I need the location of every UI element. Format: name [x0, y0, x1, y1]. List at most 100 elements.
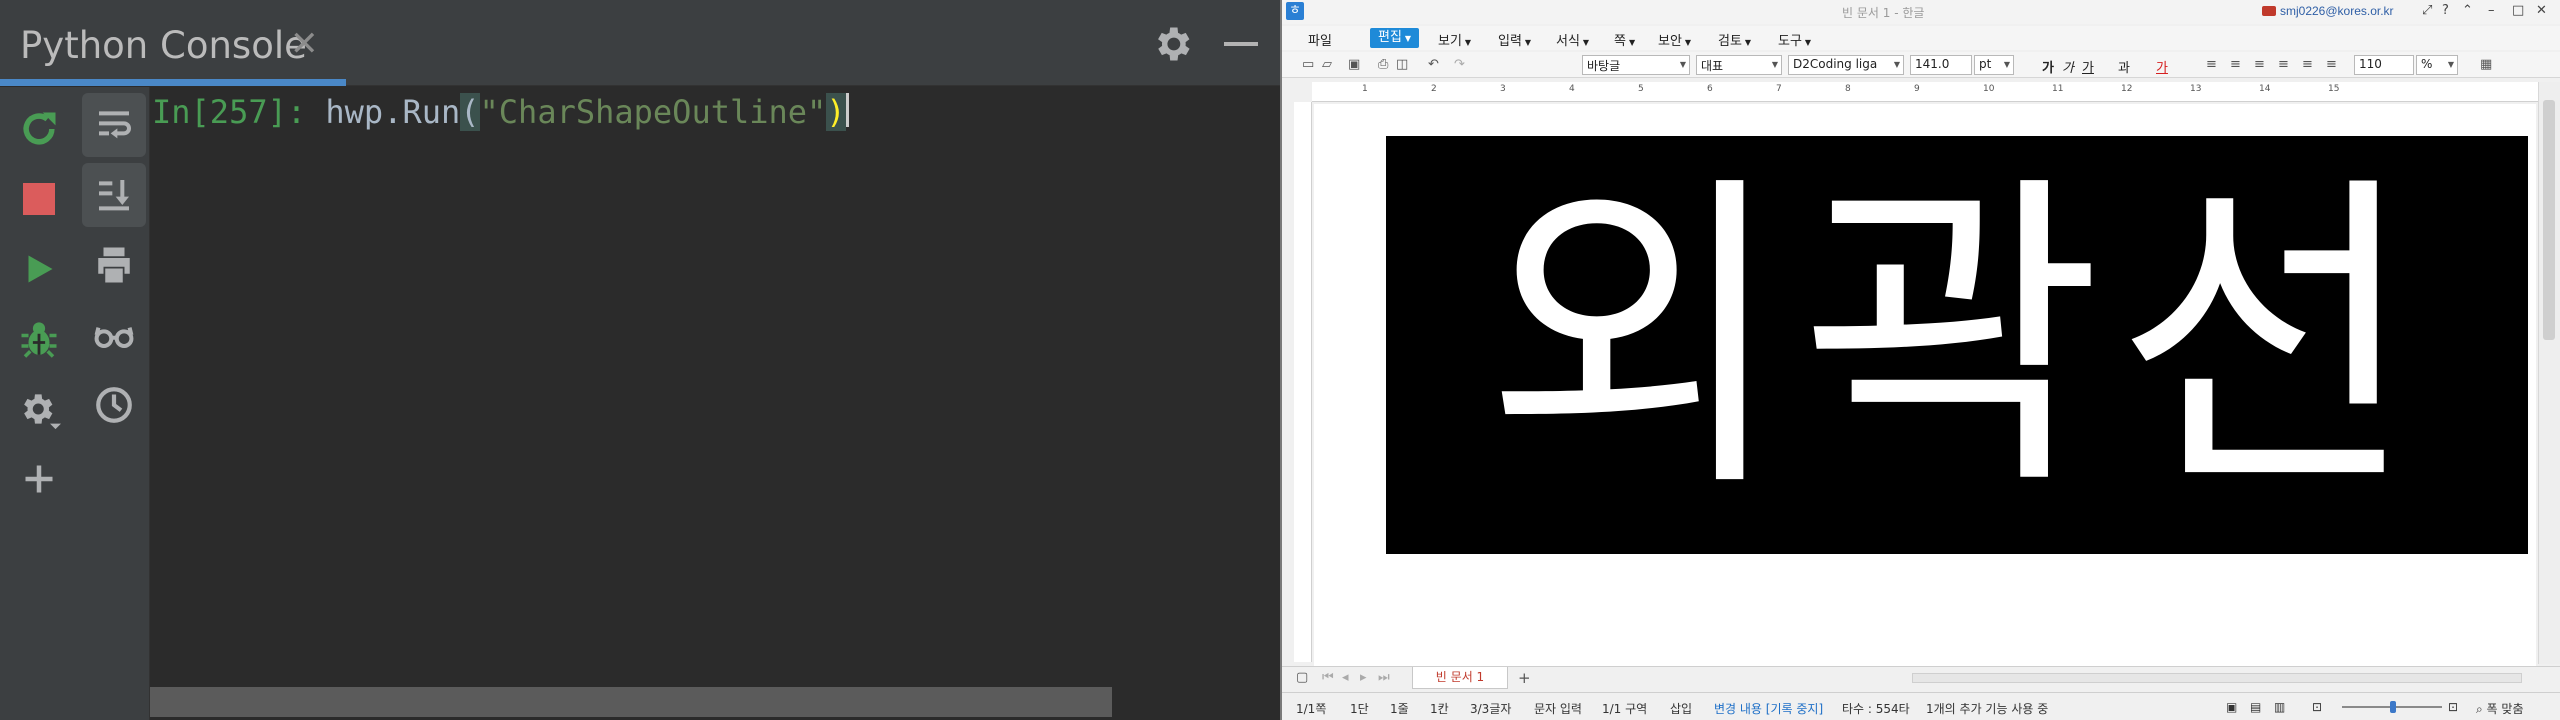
help-icon[interactable]: ?: [2442, 3, 2449, 18]
status-addons[interactable]: 1개의 추가 기능 사용 중: [1926, 700, 2048, 717]
open-paren: (: [460, 93, 480, 131]
save-icon[interactable]: ▣: [1348, 57, 1360, 72]
debug-icon[interactable]: [7, 307, 71, 371]
zoom-slider-handle[interactable]: [2390, 701, 2396, 713]
scrollbar-thumb[interactable]: [2543, 100, 2555, 340]
align-divide-icon[interactable]: ≡: [2326, 57, 2337, 72]
menu-format[interactable]: 서식 ▼: [1556, 30, 1589, 49]
chevron-down-icon: ▼: [1684, 38, 1692, 47]
horizontal-ruler[interactable]: 1 2 3 4 5 6 7 8 9 10 11 12 13 14 15: [1312, 82, 2560, 102]
tab-nav-next-icon[interactable]: ▸: [1360, 670, 1367, 685]
zoom-out-icon[interactable]: ⊡: [2312, 700, 2322, 714]
bold-icon[interactable]: 가: [2042, 57, 2054, 76]
window-minimize-icon[interactable]: –: [2488, 3, 2495, 18]
print-icon[interactable]: [82, 233, 146, 297]
new-document-icon[interactable]: ▭: [1302, 57, 1314, 72]
zoom-in-icon[interactable]: ⊡: [2448, 700, 2458, 714]
status-chars: 3/3글자: [1470, 702, 1512, 716]
rerun-icon[interactable]: [7, 97, 71, 161]
view-normal-icon[interactable]: ▣: [2226, 700, 2237, 714]
status-track-changes[interactable]: 변경 내용 [기록 중지]: [1714, 700, 1823, 717]
console-editor[interactable]: In[257]: hwp.Run("CharShapeOutline"): [150, 87, 1280, 720]
history-icon[interactable]: [82, 373, 146, 437]
console-header: Python Console ✕: [0, 0, 1280, 86]
style-select[interactable]: 바탕글 ▼: [1582, 55, 1690, 75]
document-tab-label: 빈 문서 1: [1435, 670, 1485, 684]
console-input-line[interactable]: In[257]: hwp.Run("CharShapeOutline"): [152, 93, 849, 131]
menu-view[interactable]: 보기 ▼: [1438, 30, 1471, 49]
close-icon[interactable]: ✕: [290, 24, 319, 64]
tab-nav-first-icon[interactable]: ⏮: [1322, 670, 1334, 685]
print-icon[interactable]: ⎙: [1378, 57, 1388, 72]
align-justify-icon[interactable]: ≡: [2206, 57, 2217, 72]
menu-review[interactable]: 검토 ▼: [1718, 30, 1751, 49]
document-page[interactable]: 외곽선: [1314, 104, 2536, 666]
run-icon[interactable]: [7, 237, 71, 301]
settings-icon[interactable]: [7, 377, 71, 441]
tab-nav-prev-icon[interactable]: ◂: [1342, 670, 1349, 685]
console-tab[interactable]: Python Console ✕: [0, 0, 346, 86]
soft-wrap-icon[interactable]: [82, 93, 146, 157]
restore-size-icon[interactable]: ⤢: [2422, 3, 2432, 18]
add-tab-icon[interactable]: +: [1518, 669, 1531, 687]
language-select[interactable]: 대표 ▼: [1696, 55, 1782, 75]
redo-icon[interactable]: ↷: [1454, 57, 1465, 72]
font-size-input[interactable]: 141.0: [1910, 55, 1972, 75]
menu-insert[interactable]: 입력 ▼: [1498, 30, 1531, 49]
horizontal-scrollbar[interactable]: [150, 687, 1112, 717]
undo-icon[interactable]: ↶: [1428, 57, 1439, 72]
window-close-icon[interactable]: ✕: [2536, 3, 2547, 18]
outlined-text-block[interactable]: 외곽선: [1386, 136, 2528, 554]
gear-icon[interactable]: [1150, 22, 1194, 66]
document-tab[interactable]: 빈 문서 1: [1412, 667, 1508, 689]
stop-icon[interactable]: [7, 167, 71, 231]
font-unit-select[interactable]: pt ▼: [1974, 55, 2014, 75]
underline-icon[interactable]: 가: [2082, 57, 2094, 76]
tab-nav-last-icon[interactable]: ⏭: [1378, 670, 1390, 685]
vertical-scrollbar[interactable]: [2538, 82, 2560, 664]
add-icon[interactable]: [7, 447, 71, 511]
show-variables-icon[interactable]: [82, 303, 146, 367]
window-maximize-icon[interactable]: □: [2512, 3, 2524, 18]
view-options-icon[interactable]: ▦: [2480, 57, 2492, 72]
menu-page[interactable]: 쪽 ▼: [1614, 30, 1635, 49]
minimize-icon[interactable]: [1224, 42, 1258, 46]
hangul-app-icon[interactable]: ㅎ: [1286, 2, 1304, 20]
scroll-to-end-icon[interactable]: [82, 163, 146, 227]
strikethrough-icon[interactable]: 과: [2118, 57, 2130, 76]
menu-security[interactable]: 보안 ▼: [1658, 30, 1691, 49]
zoom-unit-select[interactable]: % ▼: [2416, 55, 2458, 75]
status-insert[interactable]: 삽입: [1670, 700, 1692, 717]
menu-label: 편집: [1378, 30, 1402, 45]
ruler-number: 6: [1707, 84, 1713, 94]
view-fullscreen-icon[interactable]: ▥: [2274, 700, 2285, 714]
user-account[interactable]: smj0226@kores.or.kr: [2280, 4, 2394, 18]
align-center-icon[interactable]: ≡: [2254, 57, 2265, 72]
text-caret: [845, 93, 849, 127]
active-tab-indicator: [0, 79, 346, 86]
ribbon-toggle-icon[interactable]: ⌃: [2462, 3, 2473, 18]
italic-icon[interactable]: 가: [2062, 57, 2074, 76]
tab-list-icon[interactable]: ▢: [1296, 670, 1308, 685]
font-select[interactable]: D2Coding liga ▼: [1788, 55, 1904, 75]
status-mode[interactable]: 문자 입력: [1534, 700, 1582, 717]
menu-edit[interactable]: 편집 ▼: [1370, 28, 1420, 48]
document-text[interactable]: 외곽선: [1484, 174, 2431, 504]
vertical-ruler[interactable]: [1294, 102, 1312, 662]
view-page-icon[interactable]: ▤: [2250, 700, 2261, 714]
align-right-icon[interactable]: ≡: [2278, 57, 2289, 72]
zoom-input[interactable]: 110: [2354, 55, 2414, 75]
align-distribute-icon[interactable]: ≡: [2302, 57, 2313, 72]
status-page[interactable]: 1/1쪽: [1296, 700, 1326, 717]
preview-icon[interactable]: ◫: [1396, 57, 1408, 72]
fit-width-button[interactable]: ⌕ 폭 맞춤: [2476, 700, 2523, 717]
open-folder-icon[interactable]: ▱: [1322, 57, 1332, 72]
horizontal-scrollbar[interactable]: [1912, 673, 2522, 683]
menu-tools[interactable]: 도구 ▼: [1778, 30, 1811, 49]
console-title: Python Console: [20, 24, 307, 67]
menu-file[interactable]: 파일: [1308, 30, 1332, 49]
window-title: 빈 문서 1 - 한글: [1842, 6, 1925, 20]
font-color-icon[interactable]: 가: [2156, 57, 2168, 76]
user-icon: [2262, 6, 2276, 16]
align-left-icon[interactable]: ≡: [2230, 57, 2241, 72]
